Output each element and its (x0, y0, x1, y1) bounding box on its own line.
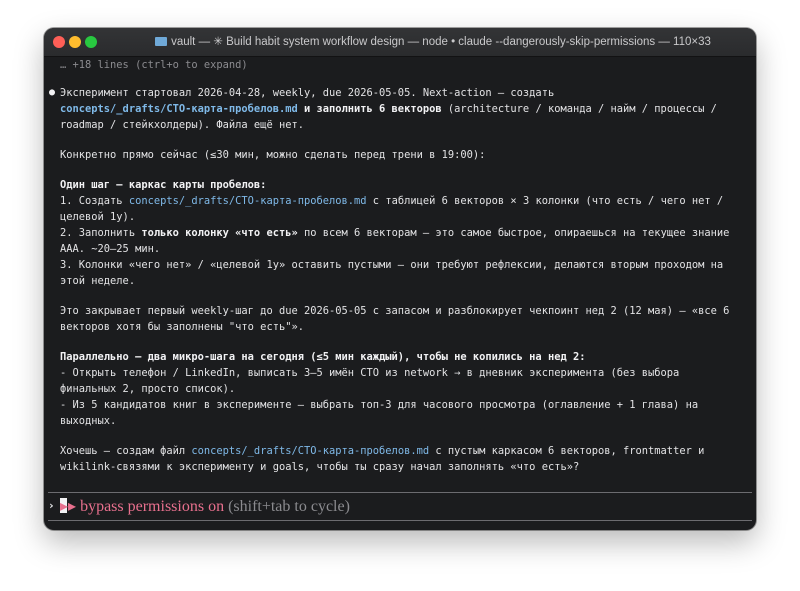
text-span: 2. Заполнить (60, 227, 142, 239)
title-bar: vault — ✳ Build habit system workflow de… (44, 28, 756, 57)
message-line: AAA. ~20–25 мин. (60, 243, 161, 255)
message-line: - Из 5 кандидатов книг в эксперименте — … (60, 399, 699, 411)
message-line: Это закрывает первый weekly-шаг до due 2… (60, 305, 730, 317)
message-line: Хочешь — создам файл concepts/_drafts/CT… (60, 444, 704, 458)
message-line: векторов хотя бы заполнены "что есть"». (60, 321, 304, 333)
window-title: vault — ✳ Build habit system workflow de… (120, 34, 746, 50)
section-heading: Параллельно — два микро-шага на сегодня … (60, 351, 586, 363)
file-path-link[interactable]: concepts/_drafts/CTO-карта-пробелов.md (129, 195, 367, 207)
input-bottom-divider (48, 520, 752, 521)
maximize-window-button[interactable] (85, 36, 97, 48)
text-span: с таблицей 6 векторов × 3 колонки (что е… (366, 195, 724, 207)
message-line: Конкретно прямо сейчас (≤30 мин, можно с… (60, 149, 486, 161)
message-line: выходных. (60, 415, 117, 427)
terminal-window: vault — ✳ Build habit system workflow de… (44, 28, 756, 530)
message-bullet-icon: ● (49, 87, 56, 98)
message-line: этой неделе. (60, 275, 136, 287)
collapsed-lines-hint[interactable]: … +18 lines (ctrl+o to expand) (60, 58, 248, 72)
prompt-chevron-icon: › (48, 499, 55, 512)
close-window-button[interactable] (53, 36, 65, 48)
file-path-link[interactable]: concepts/_drafts/CTO-карта-пробелов.md (191, 445, 429, 457)
cycle-hint: (shift+tab to cycle) (224, 498, 350, 515)
message-line: roadmap / стейкхолдеры). Файла ещё нет. (60, 119, 304, 131)
window-title-text: vault — ✳ Build habit system workflow de… (171, 36, 711, 48)
minimize-window-button[interactable] (69, 36, 81, 48)
message-line: целевой 1y). (60, 211, 136, 223)
message-line: concepts/_drafts/CTO-карта-пробелов.md и… (60, 102, 717, 116)
input-top-divider (48, 492, 752, 493)
text-span: по всем 6 векторам — это самое быстрое, … (297, 227, 730, 239)
message-line: финальных 2, просто список). (60, 383, 236, 395)
file-path-link[interactable]: concepts/_drafts/CTO-карта-пробелов.md (60, 103, 298, 115)
folder-icon (155, 37, 168, 46)
message-line: 2. Заполнить только колонку «что есть» п… (60, 226, 729, 240)
message-line: wikilink-связями к эксперименту и goals,… (60, 461, 580, 473)
text-span: 1. Создать (60, 195, 129, 207)
bypass-permissions-label: bypass permissions on (76, 498, 225, 515)
bold-text: только колонку «что есть» (141, 227, 298, 239)
message-line: 1. Создать concepts/_drafts/CTO-карта-пр… (60, 194, 723, 208)
text-span: с пустым каркасом 6 векторов, frontmatte… (429, 445, 705, 457)
bold-text: и заполнить 6 векторов (297, 103, 442, 115)
permissions-status-line[interactable]: ▸▸ bypass permissions on (shift+tab to c… (60, 498, 350, 515)
message-line: 3. Колонки «чего нет» / «целевой 1y» ост… (60, 259, 724, 271)
text-span: (architecture / команда / найм / процесс… (441, 103, 717, 115)
message-line: - Открыть телефон / LinkedIn, выписать 3… (60, 367, 680, 379)
text-span: Хочешь — создам файл (60, 445, 192, 457)
message-line: Эксперимент стартовал 2026-04-28, weekly… (60, 87, 555, 99)
terminal-output[interactable]: … +18 lines (ctrl+o to expand) ● Экспери… (44, 56, 756, 530)
section-heading: Один шаг — каркас карты пробелов: (60, 179, 267, 191)
fast-forward-icon: ▸▸ (60, 498, 77, 515)
